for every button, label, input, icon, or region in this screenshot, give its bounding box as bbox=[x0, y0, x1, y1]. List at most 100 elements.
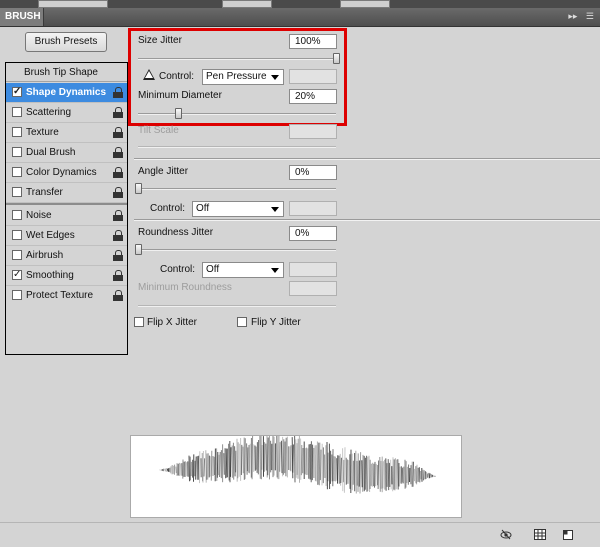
brush-bristle-mark bbox=[424, 470, 425, 480]
new-preset-icon[interactable] bbox=[562, 529, 574, 540]
sidebar-item-label: Dual Brush bbox=[26, 147, 75, 158]
angle-jitter-slider-thumb[interactable] bbox=[135, 183, 142, 194]
lock-icon[interactable] bbox=[113, 270, 123, 281]
sidebar-item-label: Shape Dynamics bbox=[26, 87, 106, 98]
dual-brush-checkbox[interactable] bbox=[12, 147, 22, 157]
angle-control-value: Off bbox=[196, 203, 209, 214]
flip-x-checkbox[interactable] bbox=[134, 317, 144, 327]
brush-bristle-mark bbox=[229, 444, 230, 481]
flip-y-label: Flip Y Jitter bbox=[251, 317, 301, 328]
brush-bristle-mark bbox=[260, 436, 261, 479]
collapse-arrows-icon[interactable]: ▸▸ bbox=[568, 11, 577, 21]
brush-bristle-mark bbox=[219, 455, 220, 475]
shape-dynamics-checkbox[interactable]: ✓ bbox=[12, 87, 22, 97]
brush-bristle-mark bbox=[252, 436, 253, 479]
protect-texture-checkbox[interactable] bbox=[12, 290, 22, 300]
mode-dropdown[interactable] bbox=[38, 0, 108, 8]
sidebar-item-dual-brush[interactable]: Dual Brush bbox=[6, 143, 127, 163]
angle-jitter-label: Angle Jitter bbox=[138, 166, 188, 177]
brush-bristle-mark bbox=[163, 469, 164, 472]
roundness-control-dropdown[interactable]: Off bbox=[202, 262, 284, 278]
roundness-jitter-value[interactable]: 0% bbox=[289, 226, 337, 241]
brush-bristle-mark bbox=[320, 450, 321, 481]
color-dynamics-checkbox[interactable] bbox=[12, 167, 22, 177]
sidebar-item-airbrush[interactable]: Airbrush bbox=[6, 246, 127, 266]
transfer-checkbox[interactable] bbox=[12, 187, 22, 197]
roundness-jitter-slider-track[interactable] bbox=[138, 249, 336, 251]
roundness-control-value: Off bbox=[206, 264, 219, 275]
section-divider bbox=[134, 219, 600, 221]
lock-icon[interactable] bbox=[113, 187, 123, 198]
lock-icon[interactable] bbox=[113, 147, 123, 158]
brush-bristle-mark bbox=[395, 458, 396, 490]
brush-bristle-mark bbox=[376, 464, 377, 486]
lock-icon[interactable] bbox=[113, 107, 123, 118]
wet-edges-checkbox[interactable] bbox=[12, 230, 22, 240]
smoothing-checkbox[interactable]: ✓ bbox=[12, 270, 22, 280]
sidebar-item-label: Smoothing bbox=[26, 270, 74, 281]
brush-panel-tab[interactable]: BRUSH bbox=[0, 8, 44, 26]
lock-icon[interactable] bbox=[113, 127, 123, 138]
sidebar-item-texture[interactable]: Texture bbox=[6, 123, 127, 143]
flip-y-checkbox[interactable] bbox=[237, 317, 247, 327]
brush-bristle-mark bbox=[277, 436, 278, 477]
brush-stroke-preview-image bbox=[131, 436, 461, 517]
chevron-down-icon bbox=[271, 268, 279, 273]
lock-icon[interactable] bbox=[113, 210, 123, 221]
lock-icon[interactable] bbox=[113, 250, 123, 261]
brush-bristle-mark bbox=[207, 454, 208, 480]
sidebar-item-label: Color Dynamics bbox=[26, 167, 97, 178]
sidebar-item-label: Protect Texture bbox=[26, 290, 93, 301]
brush-bristle-mark bbox=[226, 449, 227, 478]
noise-checkbox[interactable] bbox=[12, 210, 22, 220]
flow-field[interactable] bbox=[340, 0, 390, 8]
tilt-scale-slider-track bbox=[138, 146, 336, 148]
scattering-checkbox[interactable] bbox=[12, 107, 22, 117]
sidebar-item-protect-texture[interactable]: Protect Texture bbox=[6, 286, 127, 306]
angle-jitter-slider-track[interactable] bbox=[138, 188, 336, 190]
texture-checkbox[interactable] bbox=[12, 127, 22, 137]
brush-tip-shape-item[interactable]: Brush Tip Shape bbox=[6, 63, 127, 82]
panel-titlebar: BRUSH ▸▸ ☰ bbox=[0, 8, 600, 27]
roundness-control-fade-steps bbox=[289, 262, 337, 277]
brush-bristle-mark bbox=[319, 443, 320, 486]
opacity-field[interactable] bbox=[222, 0, 272, 8]
brush-bristle-mark bbox=[391, 460, 392, 490]
sidebar-item-wet-edges[interactable]: Wet Edges bbox=[6, 226, 127, 246]
lock-icon[interactable] bbox=[113, 167, 123, 178]
sidebar-item-noise[interactable]: Noise bbox=[6, 206, 127, 226]
roundness-jitter-slider-thumb[interactable] bbox=[135, 244, 142, 255]
brush-bristle-mark bbox=[281, 441, 282, 473]
minimum-roundness-value bbox=[289, 281, 337, 296]
sidebar-item-color-dynamics[interactable]: Color Dynamics bbox=[6, 163, 127, 183]
chevron-down-icon bbox=[271, 207, 279, 212]
sidebar-item-smoothing[interactable]: ✓ Smoothing bbox=[6, 266, 127, 286]
lock-icon[interactable] bbox=[113, 87, 123, 98]
sidebar-item-scattering[interactable]: Scattering bbox=[6, 103, 127, 123]
brush-bristle-mark bbox=[380, 457, 381, 492]
brush-bristle-mark bbox=[266, 444, 267, 471]
lock-icon[interactable] bbox=[113, 230, 123, 241]
brush-bristle-mark bbox=[356, 451, 357, 494]
sidebar-item-label: Transfer bbox=[26, 187, 63, 198]
brush-presets-button[interactable]: Brush Presets bbox=[25, 32, 107, 52]
angle-control-label: Control: bbox=[150, 203, 185, 214]
tilt-scale-label: Tilt Scale bbox=[138, 125, 179, 136]
lock-icon[interactable] bbox=[113, 290, 123, 301]
sidebar-item-transfer[interactable]: Transfer bbox=[6, 183, 127, 203]
brush-bristle-mark bbox=[388, 459, 389, 490]
airbrush-checkbox[interactable] bbox=[12, 250, 22, 260]
brush-bristle-mark bbox=[296, 439, 297, 478]
brush-settings-list: Brush Tip Shape ✓ Shape Dynamics Scatter… bbox=[5, 62, 128, 355]
angle-jitter-value[interactable]: 0% bbox=[289, 165, 337, 180]
brush-stroke-preview bbox=[130, 435, 462, 518]
brush-bristle-mark bbox=[375, 462, 376, 488]
sidebar-item-shape-dynamics[interactable]: ✓ Shape Dynamics bbox=[6, 83, 127, 103]
grid-icon[interactable] bbox=[534, 529, 546, 540]
brush-bristle-mark bbox=[378, 461, 379, 490]
eye-toggle-icon[interactable] bbox=[500, 529, 512, 540]
highlight-box bbox=[128, 28, 347, 126]
panel-menu-icon[interactable]: ☰ bbox=[586, 11, 594, 21]
panel-bottom-bar bbox=[0, 522, 600, 547]
angle-control-dropdown[interactable]: Off bbox=[192, 201, 284, 217]
